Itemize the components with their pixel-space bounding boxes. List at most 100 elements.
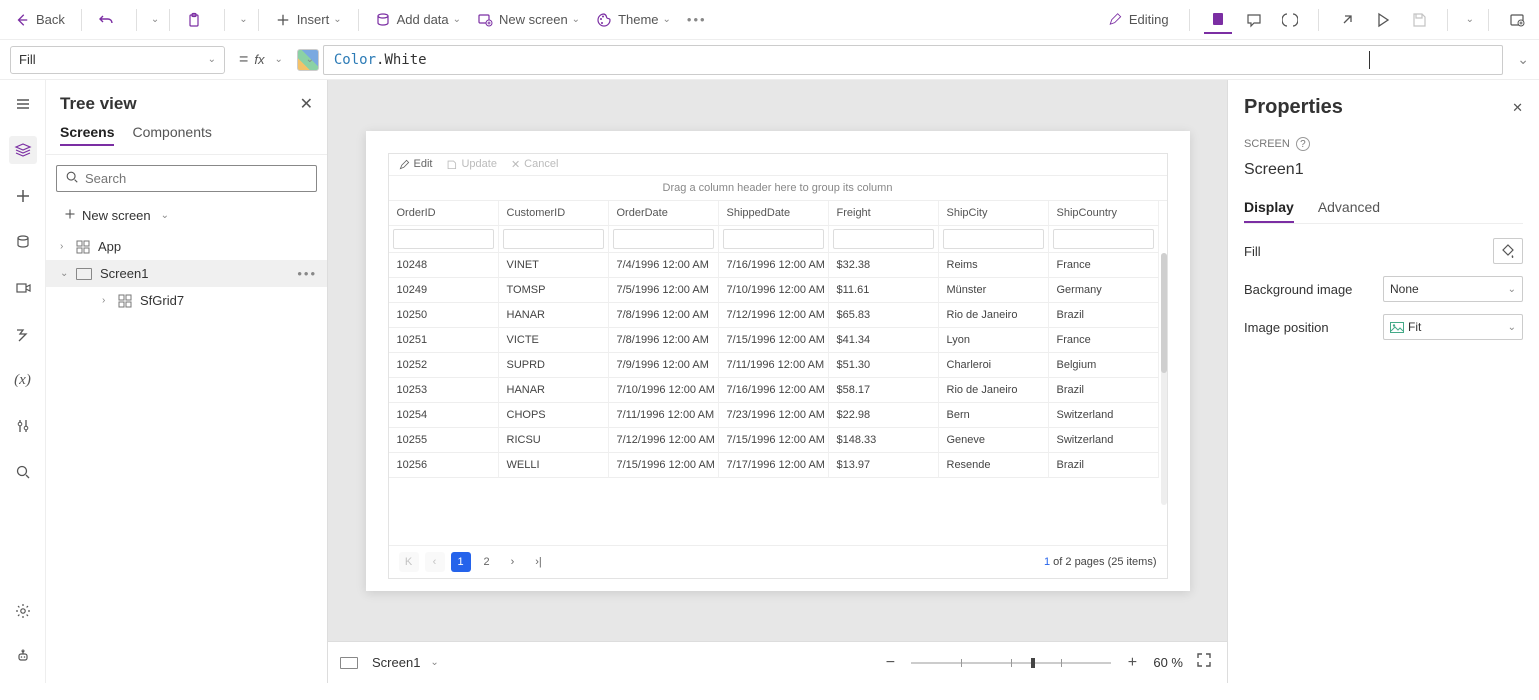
grid-filter-input[interactable] bbox=[393, 229, 494, 249]
zoom-slider[interactable] bbox=[911, 662, 1111, 664]
grid-header-cell[interactable]: ShipCountry bbox=[1049, 201, 1159, 226]
settings-icon[interactable] bbox=[9, 597, 37, 625]
property-selector[interactable]: Fill ⌄ bbox=[10, 46, 225, 74]
grid-filter-input[interactable] bbox=[833, 229, 934, 249]
add-data-button[interactable]: Add data ⌄ bbox=[369, 8, 467, 32]
notes-panel-icon[interactable] bbox=[1204, 6, 1232, 34]
grid-filter-input[interactable] bbox=[613, 229, 714, 249]
grid-data-row[interactable]: 10250HANAR7/8/1996 12:00 AM7/12/1996 12:… bbox=[389, 303, 1167, 328]
media-icon[interactable] bbox=[9, 274, 37, 302]
grid-filter-input[interactable] bbox=[503, 229, 604, 249]
new-screen-button[interactable]: New screen ⌄ bbox=[471, 8, 586, 32]
chevron-down-icon[interactable]: ⌄ bbox=[274, 54, 282, 65]
zoom-out-button[interactable]: − bbox=[879, 654, 901, 672]
chevron-right-icon[interactable]: › bbox=[60, 241, 72, 252]
grid-data-row[interactable]: 10256WELLI7/15/1996 12:00 AM7/17/1996 12… bbox=[389, 453, 1167, 478]
save-icon[interactable] bbox=[1405, 6, 1433, 34]
grid-filter-input[interactable] bbox=[723, 229, 824, 249]
grid-filter-input[interactable] bbox=[1053, 229, 1154, 249]
tab-screens[interactable]: Screens bbox=[60, 120, 114, 146]
tree-new-screen-button[interactable]: New screen ⌄ bbox=[46, 202, 327, 229]
close-tree-view-icon[interactable]: ✕ bbox=[300, 94, 313, 114]
grid-filter-input[interactable] bbox=[943, 229, 1044, 249]
tab-display[interactable]: Display bbox=[1244, 193, 1294, 223]
grid-header-cell[interactable]: CustomerID bbox=[499, 201, 609, 226]
insert-plus-icon[interactable] bbox=[9, 182, 37, 210]
sfgrid-control[interactable]: Edit Update ✕ Cancel Drag a column heade… bbox=[388, 153, 1168, 579]
fill-color-picker[interactable] bbox=[1493, 238, 1523, 264]
grid-data-row[interactable]: 10255RICSU7/12/1996 12:00 AM7/15/1996 12… bbox=[389, 428, 1167, 453]
grid-header-cell[interactable]: ShippedDate bbox=[719, 201, 829, 226]
pager-next-button[interactable]: › bbox=[503, 552, 523, 572]
grid-group-drop-area[interactable]: Drag a column header here to group its c… bbox=[389, 176, 1167, 201]
overflow-button[interactable]: ••• bbox=[681, 8, 713, 31]
grid-header-cell[interactable]: ShipCity bbox=[939, 201, 1049, 226]
zoom-in-button[interactable]: + bbox=[1121, 654, 1143, 672]
formula-input[interactable]: Color.White bbox=[323, 45, 1503, 75]
chevron-down-icon[interactable]: ⌄ bbox=[239, 14, 247, 25]
grid-scrollbar-thumb[interactable] bbox=[1161, 253, 1167, 373]
grid-data-cell: 7/11/1996 12:00 AM bbox=[719, 353, 829, 378]
screen-frame[interactable]: Edit Update ✕ Cancel Drag a column heade… bbox=[366, 131, 1190, 591]
back-button[interactable]: Back bbox=[8, 8, 71, 32]
pager-prev-button[interactable]: ‹ bbox=[425, 552, 445, 572]
pager-page-2[interactable]: 2 bbox=[477, 552, 497, 572]
publish-icon[interactable] bbox=[1503, 6, 1531, 34]
virtual-agent-icon[interactable] bbox=[9, 643, 37, 671]
hamburger-icon[interactable] bbox=[9, 90, 37, 118]
tree-item-app[interactable]: › App bbox=[46, 233, 327, 260]
variables-icon[interactable]: (x) bbox=[9, 366, 37, 394]
grid-data-row[interactable]: 10249TOMSP7/5/1996 12:00 AM7/10/1996 12:… bbox=[389, 278, 1167, 303]
footer-screen-selector[interactable]: Screen1 ⌄ bbox=[340, 655, 439, 670]
insert-button[interactable]: Insert ⌄ bbox=[269, 8, 348, 32]
grid-header-cell[interactable]: Freight bbox=[829, 201, 939, 226]
color-indicator[interactable]: ⌄ bbox=[297, 49, 319, 71]
pager-first-button[interactable]: K bbox=[399, 552, 419, 572]
zoom-slider-thumb[interactable] bbox=[1031, 658, 1035, 668]
imagepos-dropdown[interactable]: Fit ⌄ bbox=[1383, 314, 1523, 340]
grid-edit-button[interactable]: Edit bbox=[399, 158, 433, 170]
tree-item-more-icon[interactable]: ••• bbox=[297, 266, 317, 281]
fx-icon[interactable]: fx bbox=[254, 52, 264, 67]
expand-formula-icon[interactable]: ⌄ bbox=[1517, 51, 1529, 68]
theme-button[interactable]: Theme ⌄ bbox=[590, 8, 677, 32]
grid-data-row[interactable]: 10254CHOPS7/11/1996 12:00 AM7/23/1996 12… bbox=[389, 403, 1167, 428]
search-rail-icon[interactable] bbox=[9, 458, 37, 486]
fit-to-screen-icon[interactable] bbox=[1193, 652, 1215, 673]
chevron-down-icon[interactable]: ⌄ bbox=[151, 14, 159, 25]
chevron-right-icon[interactable]: › bbox=[102, 295, 114, 306]
tree-search[interactable] bbox=[56, 165, 317, 192]
tab-advanced[interactable]: Advanced bbox=[1318, 193, 1380, 223]
tab-components[interactable]: Components bbox=[132, 120, 211, 146]
tree-item-sfgrid7[interactable]: › SfGrid7 bbox=[46, 287, 327, 314]
data-icon[interactable] bbox=[9, 228, 37, 256]
power-automate-icon[interactable] bbox=[9, 320, 37, 348]
app-checker-icon[interactable] bbox=[1276, 6, 1304, 34]
grid-header-cell[interactable]: OrderDate bbox=[609, 201, 719, 226]
pager-page-1[interactable]: 1 bbox=[451, 552, 471, 572]
grid-data-row[interactable]: 10251VICTE7/8/1996 12:00 AM7/15/1996 12:… bbox=[389, 328, 1167, 353]
tree-item-screen1[interactable]: ⌄ Screen1 ••• bbox=[46, 260, 327, 287]
grid-scrollbar[interactable] bbox=[1161, 253, 1167, 505]
chevron-down-icon[interactable]: ⌄ bbox=[60, 268, 72, 279]
paste-button[interactable] bbox=[180, 8, 214, 32]
tree-view-pane: Tree view ✕ Screens Components New scree… bbox=[46, 80, 328, 683]
play-icon[interactable] bbox=[1369, 6, 1397, 34]
comments-icon[interactable] bbox=[1240, 6, 1268, 34]
chevron-down-icon[interactable]: ⌄ bbox=[1466, 14, 1474, 25]
editing-indicator[interactable]: Editing bbox=[1101, 8, 1175, 32]
undo-button[interactable] bbox=[92, 8, 126, 32]
grid-data-row[interactable]: 10253HANAR7/10/1996 12:00 AM7/16/1996 12… bbox=[389, 378, 1167, 403]
grid-data-row[interactable]: 10248VINET7/4/1996 12:00 AM7/16/1996 12:… bbox=[389, 253, 1167, 278]
tree-search-input[interactable] bbox=[85, 171, 308, 186]
pager-last-button[interactable]: ›| bbox=[529, 552, 549, 572]
grid-header-cell[interactable]: OrderID bbox=[389, 201, 499, 226]
bgimage-dropdown[interactable]: None ⌄ bbox=[1383, 276, 1523, 302]
tree-view-icon[interactable] bbox=[9, 136, 37, 164]
close-properties-icon[interactable]: ✕ bbox=[1512, 100, 1523, 116]
help-icon[interactable]: ? bbox=[1296, 137, 1310, 151]
share-icon[interactable] bbox=[1333, 6, 1361, 34]
grid-data-row[interactable]: 10252SUPRD7/9/1996 12:00 AM7/11/1996 12:… bbox=[389, 353, 1167, 378]
advanced-tools-icon[interactable] bbox=[9, 412, 37, 440]
grid-body[interactable]: 10248VINET7/4/1996 12:00 AM7/16/1996 12:… bbox=[389, 253, 1167, 545]
